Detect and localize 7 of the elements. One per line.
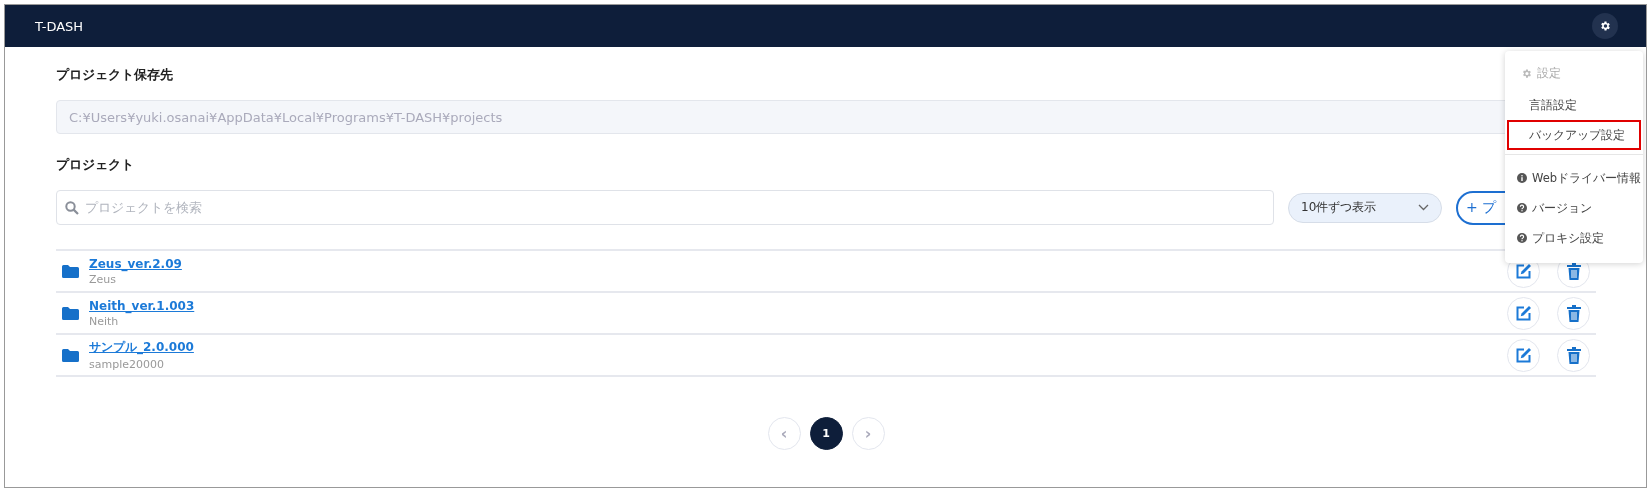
project-description: sample20000 [89, 358, 164, 371]
project-description: Zeus [89, 272, 116, 286]
menu-title: 設定 [1537, 65, 1561, 82]
project-description: Neith [89, 314, 119, 328]
section-heading: プロジェクト保存先 [56, 66, 173, 84]
section-heading: プロジェクト [56, 156, 134, 174]
app-title: T-DASH [35, 18, 84, 34]
